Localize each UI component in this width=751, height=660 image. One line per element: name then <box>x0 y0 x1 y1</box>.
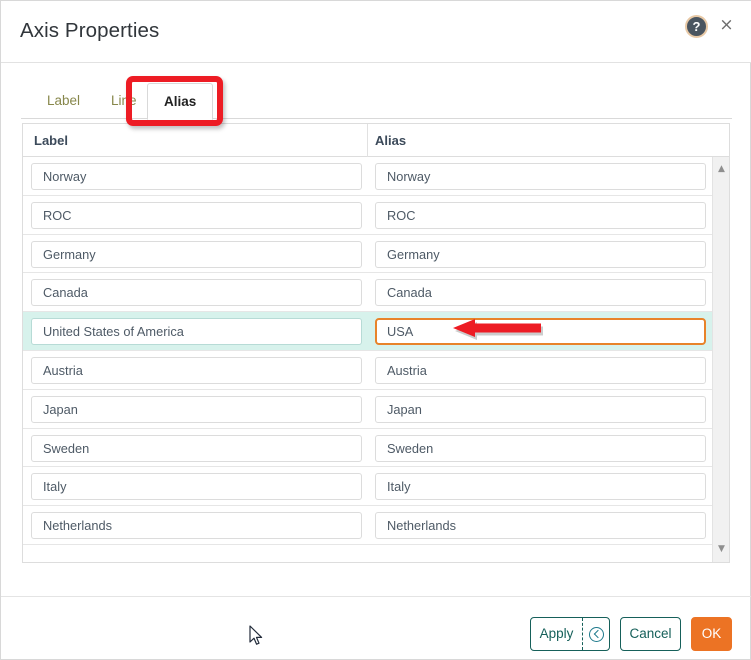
table-row: Sweden Sweden <box>23 428 714 468</box>
label-input[interactable]: ROC <box>31 201 362 229</box>
table-row: Netherlands Netherlands <box>23 506 714 545</box>
column-header-label: Label <box>34 133 68 148</box>
table-row: Italy Italy <box>23 467 714 507</box>
column-header-alias: Alias <box>375 133 407 148</box>
help-icon[interactable]: ? <box>685 15 708 38</box>
alias-table: Label Alias Norway Norway ROC ROC German… <box>22 123 730 563</box>
table-row: Norway Norway <box>23 157 714 196</box>
label-input[interactable]: Netherlands <box>31 512 362 540</box>
tab-label[interactable]: Label <box>31 83 96 119</box>
alias-input[interactable]: Austria <box>375 356 706 384</box>
table-header-row: Label Alias <box>23 124 729 157</box>
alias-cell: Norway <box>375 163 706 190</box>
apply-history-button[interactable] <box>582 618 609 650</box>
alias-input[interactable]: Norway <box>375 163 706 190</box>
label-cell: Italy <box>31 473 362 501</box>
label-cell: Germany <box>31 240 362 268</box>
alias-input[interactable]: Japan <box>375 395 706 423</box>
label-cell: Norway <box>31 163 362 190</box>
alias-input[interactable]: Sweden <box>375 434 706 462</box>
label-input[interactable]: Norway <box>31 163 362 190</box>
alias-cell: Austria <box>375 356 706 384</box>
alias-cell: Netherlands <box>375 512 706 540</box>
label-input[interactable]: Italy <box>31 473 362 501</box>
alias-input[interactable]: ROC <box>375 201 706 229</box>
circle-back-arrow-icon <box>588 626 604 642</box>
dialog-header: Axis Properties ? × <box>1 1 751 63</box>
alias-cell: Canada <box>375 279 706 307</box>
label-cell: Japan <box>31 395 362 423</box>
alias-cell: Italy <box>375 473 706 501</box>
table-row: Canada Canada <box>23 273 714 313</box>
footer-divider <box>1 596 751 597</box>
apply-button[interactable]: Apply <box>531 618 582 650</box>
table-row: ROC ROC <box>23 195 714 235</box>
alias-cell: USA <box>375 318 706 346</box>
cancel-button[interactable]: Cancel <box>620 617 681 651</box>
scroll-up-icon[interactable]: ▲ <box>713 161 729 178</box>
ok-button[interactable]: OK <box>691 617 732 651</box>
table-row: Germany Germany <box>23 234 714 274</box>
label-cell: Austria <box>31 356 362 384</box>
alias-cell: Germany <box>375 240 706 268</box>
label-input[interactable]: Sweden <box>31 434 362 462</box>
alias-input[interactable]: Netherlands <box>375 512 706 540</box>
axis-properties-dialog: Axis Properties ? × Label Line Alias Lab… <box>0 0 751 660</box>
label-input[interactable]: Canada <box>31 279 362 307</box>
table-scrollbar[interactable]: ▲ ▼ <box>712 157 729 562</box>
label-input[interactable]: Japan <box>31 395 362 423</box>
apply-split-button: Apply <box>530 617 610 651</box>
tab-alias[interactable]: Alias <box>147 83 214 120</box>
alias-input[interactable]: Canada <box>375 279 706 307</box>
label-cell: Canada <box>31 279 362 307</box>
tab-strip: Label Line Alias <box>21 83 732 120</box>
alias-cell: Sweden <box>375 434 706 462</box>
close-icon[interactable]: × <box>717 16 736 35</box>
alias-cell: Japan <box>375 395 706 423</box>
label-input[interactable]: Austria <box>31 356 362 384</box>
alias-input-focused[interactable]: USA <box>375 318 706 346</box>
label-cell: Netherlands <box>31 512 362 540</box>
page-title: Axis Properties <box>20 19 160 42</box>
alias-input[interactable]: Italy <box>375 473 706 501</box>
table-row: Japan Japan <box>23 389 714 429</box>
table-body: Norway Norway ROC ROC Germany Germany Ca… <box>23 157 714 562</box>
label-cell: ROC <box>31 201 362 229</box>
tab-line[interactable]: Line <box>95 83 153 119</box>
table-row: Austria Austria <box>23 350 714 390</box>
alias-cell: ROC <box>375 201 706 229</box>
alias-input[interactable]: Germany <box>375 240 706 268</box>
label-input[interactable]: United States of America <box>31 318 362 346</box>
label-input[interactable]: Germany <box>31 240 362 268</box>
label-cell: Sweden <box>31 434 362 462</box>
label-cell: United States of America <box>31 318 362 346</box>
mouse-cursor <box>249 625 263 645</box>
table-row-partial <box>23 544 714 562</box>
table-row-selected: United States of America USA <box>23 312 714 351</box>
scroll-down-icon[interactable]: ▼ <box>713 541 729 558</box>
